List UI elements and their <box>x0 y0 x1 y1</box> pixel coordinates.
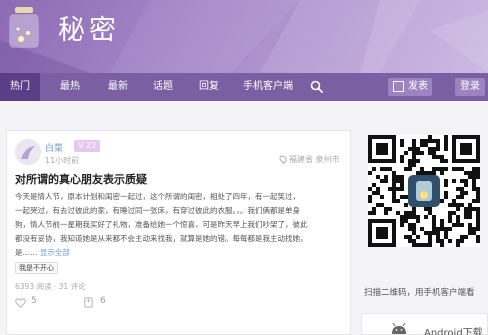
location-pin-icon <box>278 154 288 164</box>
post-title[interactable]: 对所谓的真心朋友表示质疑 <box>15 171 147 187</box>
header-banner: 秘密 <box>0 0 488 73</box>
heart-icon[interactable] <box>15 297 26 308</box>
android-download-link[interactable]: Android下载 <box>424 324 483 335</box>
post-body-line: 今天是情人节，原本计划和闺密一起过，这个所谓的闺密，相处了四年，有一起笑过， <box>15 192 300 201</box>
login-button[interactable]: 登录 <box>455 78 485 96</box>
post-body-line: 一起哭过，有去过彼此的家，有睡过同一张床，有穿过彼此的衣服。，。我们俩都是单身 <box>15 206 300 215</box>
avatar-icon <box>15 139 41 165</box>
qr-caption: 扫描二维码，用手机客户端看 <box>364 288 475 298</box>
nav-item-hot[interactable]: 热门 <box>0 73 40 101</box>
post-location: 福建省 泉州市 <box>289 155 340 164</box>
nav-item-replies[interactable]: 回复 <box>191 73 227 101</box>
user-level-badge: V 22 <box>74 140 101 152</box>
edit-icon <box>393 81 404 92</box>
post-author[interactable]: 白菜 <box>45 141 63 154</box>
main-nav: 热门 最热 最新 话题 回复 手机客户端 发表 登录 <box>0 73 488 101</box>
search-icon[interactable] <box>310 80 324 94</box>
post-body-last: 是…… <box>15 248 38 257</box>
show-all-link[interactable]: 显示全部 <box>40 248 70 257</box>
post-tag[interactable]: 我是不开心 <box>15 262 58 274</box>
glowing-jar-logo-icon[interactable] <box>6 5 42 49</box>
bookmark-icon[interactable] <box>83 297 94 308</box>
post-stats: 6393 阅读 · 31 评论 <box>15 282 86 291</box>
comment-count[interactable]: 31 评论 <box>59 282 86 291</box>
qr-code-icon <box>368 135 480 247</box>
qr-panel <box>361 130 488 282</box>
post-time: 11小时前 <box>45 156 80 165</box>
post-card: 白菜 V 22 11小时前 福建省 泉州市 对所谓的真心朋友表示质疑 今天是情人… <box>6 130 351 335</box>
avatar[interactable] <box>15 139 41 165</box>
like-count: 5 <box>31 296 37 306</box>
view-count: 6393 阅读 <box>15 282 52 291</box>
site-title[interactable]: 秘密 <box>58 8 120 47</box>
post-button[interactable]: 发表 <box>388 78 432 96</box>
post-body-line: 都没有妥协，我知道她是从来都不会主动来找我，就算是她的错。每每都是我主动找她， <box>15 234 308 243</box>
nav-item-hottest[interactable]: 最热 <box>52 73 88 101</box>
android-icon <box>392 322 406 334</box>
post-button-label: 发表 <box>408 81 428 92</box>
nav-item-mobile-client[interactable]: 手机客户端 <box>240 73 296 101</box>
nav-item-topics[interactable]: 话题 <box>145 73 181 101</box>
bookmark-count: 6 <box>100 296 106 306</box>
post-body: 今天是情人节，原本计划和闺密一起过，这个所谓的闺密，相处了四年，有一起笑过， 一… <box>15 190 345 260</box>
post-body-line: 狗，情人节前一星期我买好了礼物，准备给她一个惊喜，可是昨天早上我们吵架了，彼此 <box>15 220 308 229</box>
nav-item-latest[interactable]: 最新 <box>100 73 136 101</box>
